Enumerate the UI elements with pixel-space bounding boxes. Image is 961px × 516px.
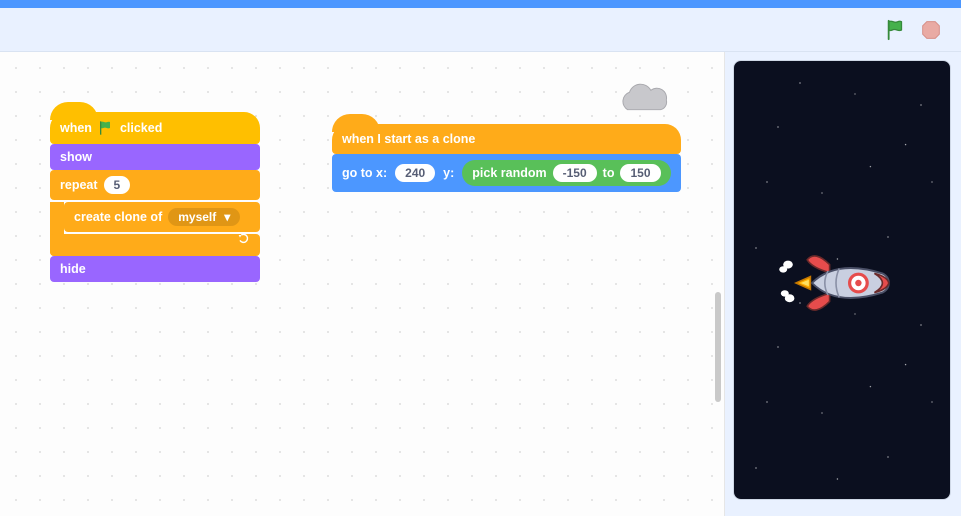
block-label: when I start as a clone xyxy=(342,132,475,146)
cloud-icon xyxy=(614,82,676,118)
event-when-flag-clicked-block[interactable]: when clicked xyxy=(50,112,260,144)
block-label: repeat xyxy=(60,178,98,192)
looks-hide-block[interactable]: hide xyxy=(50,256,260,282)
control-create-clone-block[interactable]: create clone of myself ▾ xyxy=(64,202,260,232)
stage-controls xyxy=(0,8,961,52)
control-repeat-block[interactable]: repeat 5 create clone of myself ▾ xyxy=(50,170,260,256)
script-stack-2[interactable]: when I start as a clone go to x: 240 y: … xyxy=(332,124,681,192)
sprite-rocket[interactable] xyxy=(772,246,900,325)
chevron-down-icon: ▾ xyxy=(224,210,230,224)
loop-arrow-icon xyxy=(236,231,252,252)
block-label: to xyxy=(603,166,615,180)
block-label: create clone of xyxy=(74,210,162,224)
green-flag-icon xyxy=(885,19,907,41)
clone-target-dropdown[interactable]: myself ▾ xyxy=(168,208,240,226)
random-to-input[interactable]: 150 xyxy=(620,164,660,182)
sprite-cloud[interactable] xyxy=(614,82,676,123)
block-label: show xyxy=(60,150,92,164)
random-from-input[interactable]: -150 xyxy=(553,164,597,182)
block-label: clicked xyxy=(120,121,162,135)
looks-show-block[interactable]: show xyxy=(50,144,260,170)
block-label: hide xyxy=(60,262,86,276)
repeat-header[interactable]: repeat 5 xyxy=(50,170,260,200)
rocket-icon xyxy=(772,246,900,320)
script-stack-1[interactable]: when clicked show repeat 5 xyxy=(50,112,260,282)
main-area: when clicked show repeat 5 xyxy=(0,52,961,516)
top-bar xyxy=(0,0,961,8)
x-input[interactable]: 240 xyxy=(395,164,435,182)
green-flag-icon xyxy=(98,120,114,136)
workspace-scrollbar[interactable] xyxy=(715,292,721,402)
block-label: go to x: xyxy=(342,166,387,180)
motion-go-to-xy-block[interactable]: go to x: 240 y: pick random -150 to 150 xyxy=(332,154,681,192)
block-label: when xyxy=(60,121,92,135)
repeat-footer xyxy=(50,234,260,256)
stop-icon xyxy=(921,20,941,40)
repeat-count-input[interactable]: 5 xyxy=(104,176,131,194)
operator-pick-random-block[interactable]: pick random -150 to 150 xyxy=(462,160,670,186)
stop-button[interactable] xyxy=(921,20,941,40)
block-label: pick random xyxy=(472,166,546,180)
dropdown-value: myself xyxy=(178,210,216,224)
stage-panel xyxy=(725,52,961,516)
stage[interactable] xyxy=(733,60,951,500)
control-when-start-as-clone-block[interactable]: when I start as a clone xyxy=(332,124,681,154)
scripts-workspace[interactable]: when clicked show repeat 5 xyxy=(0,52,725,516)
block-label: y: xyxy=(443,166,454,180)
green-flag-button[interactable] xyxy=(885,19,907,41)
